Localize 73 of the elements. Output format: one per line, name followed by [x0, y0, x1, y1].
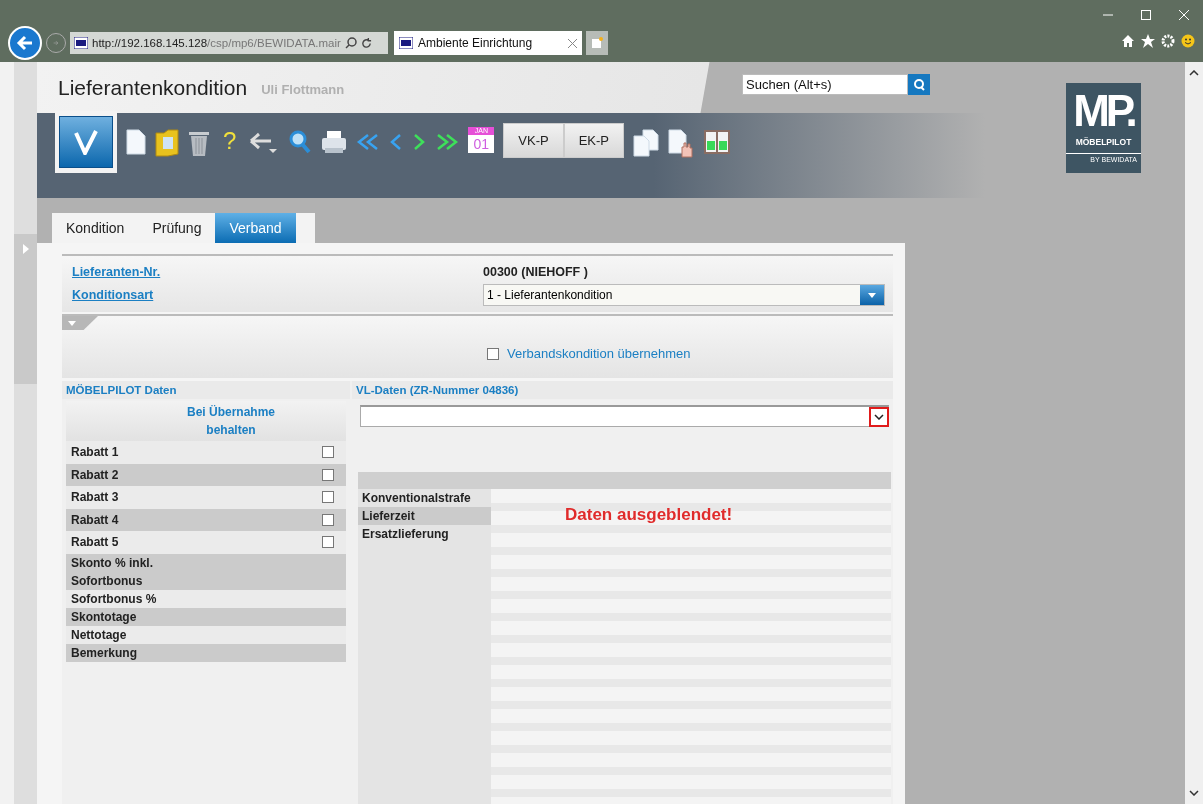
- checkbox[interactable]: [322, 513, 334, 526]
- row-label: Rabatt 5: [71, 535, 119, 550]
- checkbox[interactable]: [322, 491, 334, 504]
- dropdown-button[interactable]: [869, 406, 889, 427]
- search-icon[interactable]: [913, 78, 925, 91]
- field-label: Konventionalstrafe: [361, 490, 472, 507]
- checkbox[interactable]: [322, 446, 334, 459]
- checkbox[interactable]: [487, 347, 499, 360]
- confirm-button[interactable]: [55, 111, 117, 173]
- checkbox[interactable]: [322, 468, 334, 481]
- new-document-icon[interactable]: [126, 129, 146, 155]
- row-label: Rabatt 1: [71, 445, 119, 460]
- browser-tab[interactable]: Ambiente Einrichtung: [394, 31, 582, 55]
- search-icon[interactable]: [344, 37, 357, 49]
- maximize-icon[interactable]: [1141, 10, 1151, 20]
- chevron-down-icon[interactable]: [874, 413, 884, 420]
- supplier-number-value: 00300 (NIEHOFF ): [483, 265, 589, 279]
- user-name: Uli Flottmann: [261, 82, 345, 97]
- row-label: Sofortbonus %: [71, 591, 157, 606]
- field-label: Lieferzeit: [358, 507, 491, 525]
- condition-type-link[interactable]: Konditionsart: [72, 288, 483, 302]
- row-label: Sofortbonus: [71, 573, 143, 588]
- printer-icon[interactable]: [321, 129, 348, 155]
- search-field[interactable]: Suchen (Alt+s): [742, 74, 908, 95]
- scroll-up-icon[interactable]: [1189, 70, 1199, 76]
- toolbar-button[interactable]: VK-P: [503, 123, 564, 158]
- help-button[interactable]: ?: [219, 127, 241, 155]
- scroll-down-icon[interactable]: [1189, 790, 1199, 796]
- row-label: Skonto % inkl.: [71, 555, 153, 570]
- supplier-number-link[interactable]: Lieferanten-Nr.: [72, 265, 483, 279]
- tab[interactable]: Prüfung: [138, 213, 216, 243]
- caret-icon[interactable]: [868, 292, 876, 298]
- hidden-data-notice: Daten ausgeblendet!: [565, 505, 733, 525]
- section-title: VL-Daten (ZR-Nummer 04836): [352, 381, 893, 399]
- last-page-icon[interactable]: [435, 132, 460, 152]
- home-icon[interactable]: [1121, 34, 1135, 48]
- document-hand-icon[interactable]: [668, 129, 695, 159]
- checkbox-label[interactable]: Verbandskondition übernehmen: [507, 346, 691, 361]
- back-button[interactable]: [8, 26, 42, 60]
- next-icon[interactable]: [412, 132, 427, 152]
- close-icon[interactable]: [568, 38, 577, 48]
- trash-icon[interactable]: [188, 129, 210, 157]
- tab[interactable]: Kondition: [52, 213, 139, 243]
- refresh-icon[interactable]: [360, 37, 372, 49]
- smiley-icon[interactable]: [1181, 34, 1195, 48]
- checkbox[interactable]: [322, 536, 334, 549]
- dropdown-field[interactable]: [360, 405, 889, 427]
- search-icon[interactable]: [288, 129, 313, 155]
- tab[interactable]: Verband: [215, 213, 296, 243]
- side-panel-toggle[interactable]: [14, 234, 37, 384]
- folder-icon[interactable]: [155, 129, 179, 157]
- row-label: Bemerkung: [71, 645, 138, 660]
- back-arrow-icon[interactable]: [16, 35, 34, 51]
- row-label: Rabatt 2: [71, 467, 119, 482]
- row-label: Rabatt 3: [71, 490, 119, 505]
- star-icon[interactable]: [1141, 34, 1155, 48]
- checkmark-icon[interactable]: [74, 129, 98, 155]
- condition-type-dropdown[interactable]: 1 - Lieferantenkondition: [483, 284, 885, 306]
- page-title: Lieferantenkondition: [58, 75, 248, 100]
- collapse-toggle[interactable]: [62, 316, 98, 330]
- row-label: Skontotage: [71, 609, 137, 624]
- site-logo-icon: [74, 37, 88, 49]
- row-label: Nettotage: [71, 627, 127, 642]
- toolbar-button[interactable]: EK-P: [563, 123, 625, 158]
- section-title: MÖBELPILOT Daten: [62, 381, 350, 399]
- site-logo-icon: [399, 37, 413, 49]
- copy-documents-icon[interactable]: [633, 129, 660, 157]
- row-label: Rabatt 4: [71, 512, 119, 527]
- address-bar[interactable]: http://192.168.145.128/csp/mp6/BEWIDATA.mair: [70, 32, 388, 54]
- translation-book-icon[interactable]: [703, 129, 732, 155]
- search-button[interactable]: [908, 74, 930, 95]
- field-label: Ersatzlieferung: [361, 526, 450, 543]
- settings-icon[interactable]: [1161, 34, 1175, 48]
